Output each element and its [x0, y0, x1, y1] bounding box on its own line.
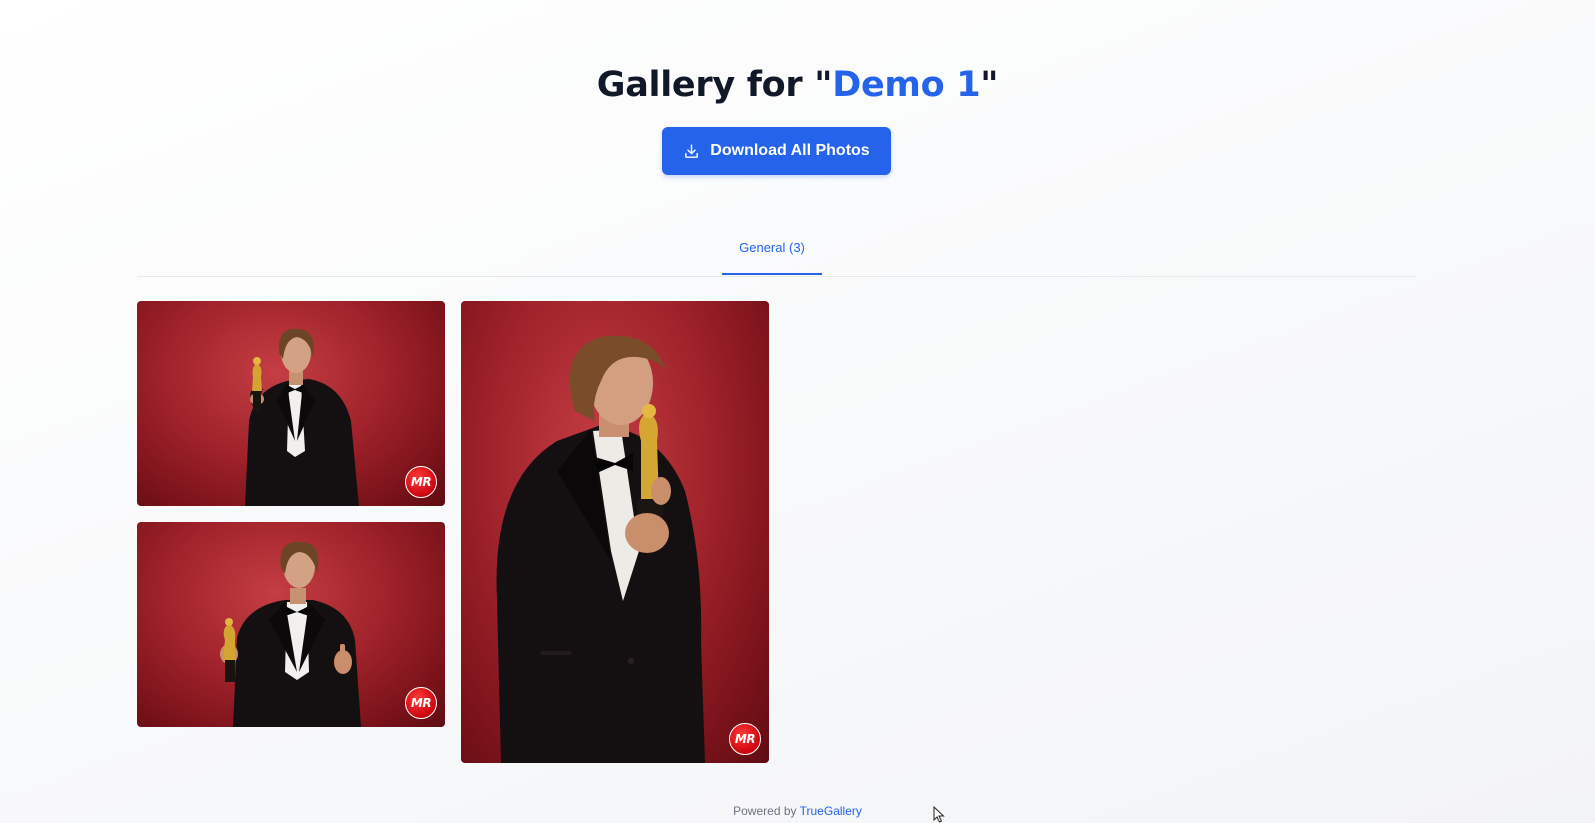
truegallery-link[interactable]: TrueGallery [800, 804, 862, 818]
photo-1-image [245, 328, 359, 506]
category-tabs: General (3) [137, 224, 1416, 277]
watermark-logo: MR [729, 723, 761, 755]
watermark-logo: MR [405, 466, 437, 498]
tab-general[interactable]: General (3) [722, 224, 822, 275]
download-icon [683, 143, 700, 160]
watermark-logo: MR [405, 687, 437, 719]
footer-prefix: Powered by [733, 804, 797, 818]
photo-3-image [220, 541, 361, 727]
photo-2[interactable]: MR [461, 301, 769, 763]
mouse-cursor-icon [933, 805, 946, 823]
title-suffix: " [980, 65, 999, 105]
footer: Powered by TrueGallery [0, 804, 1595, 818]
download-all-button[interactable]: Download All Photos [662, 127, 891, 175]
photo-1[interactable]: MR [137, 301, 445, 506]
title-prefix: Gallery for " [596, 65, 833, 105]
download-all-label: Download All Photos [710, 142, 870, 159]
photo-3[interactable]: MR [137, 522, 445, 727]
page-title: Gallery for "Demo 1" [0, 60, 1595, 110]
photo-2-image [496, 335, 705, 763]
gallery-name: Demo 1 [832, 65, 981, 105]
